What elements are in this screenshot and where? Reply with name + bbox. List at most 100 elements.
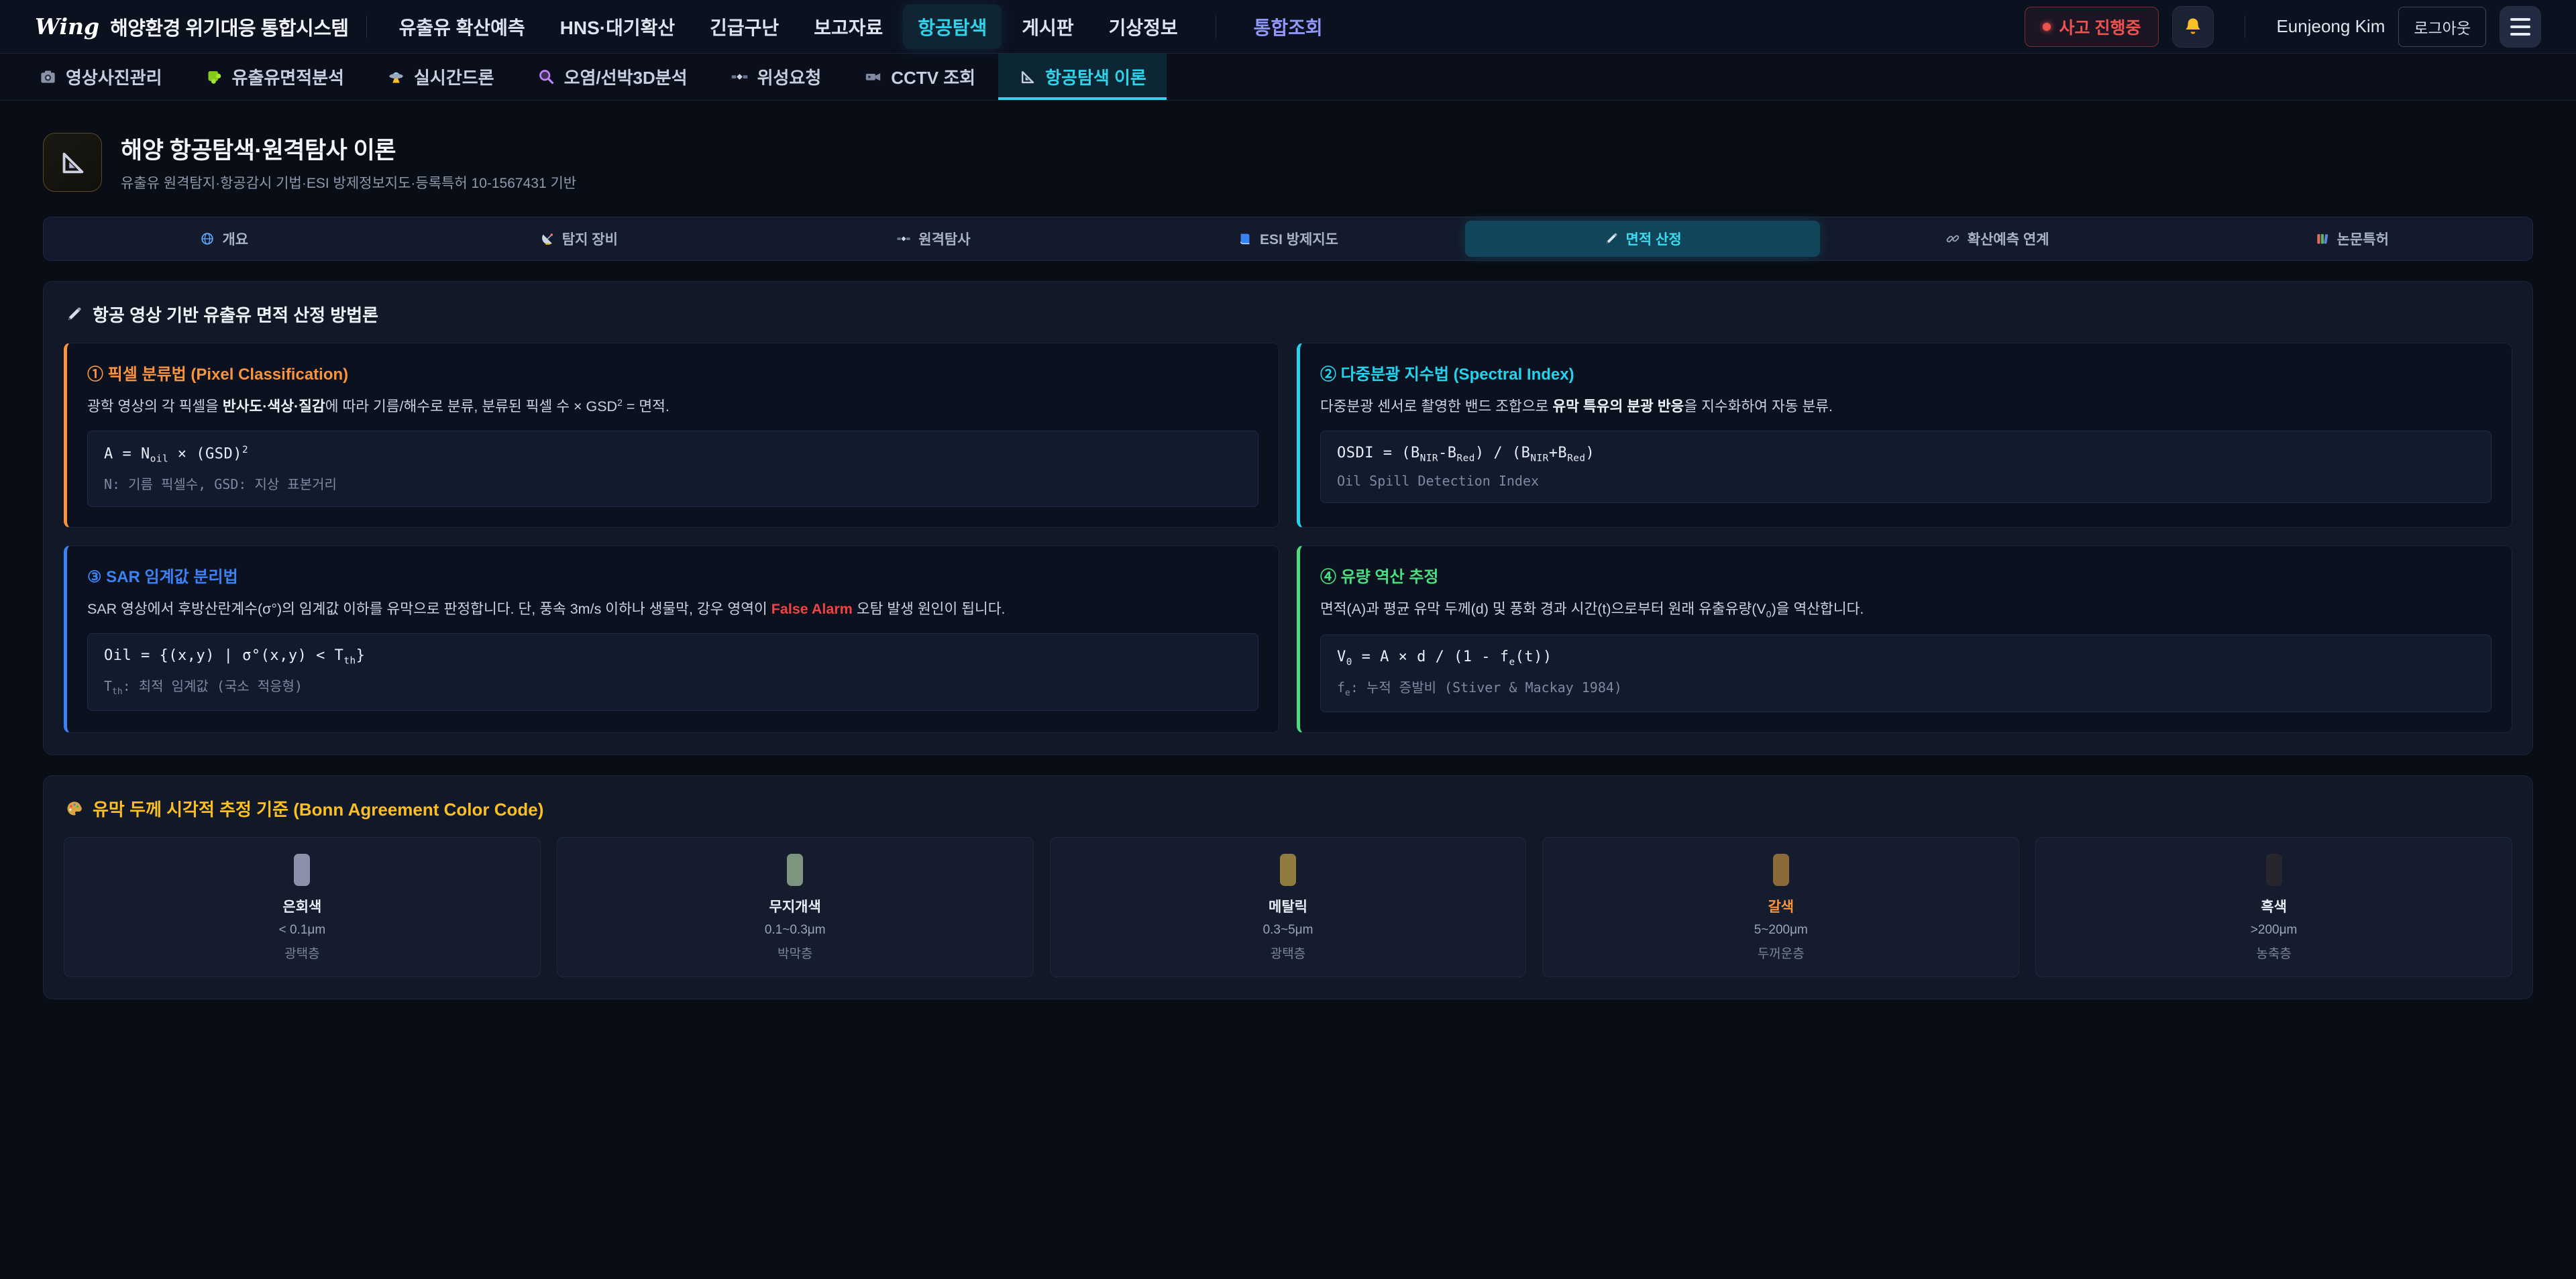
bonn-section-title: 유막 두께 시각적 추정 기준 (Bonn Agreement Color Co… — [65, 796, 2511, 821]
method-card-pixel-classification: ① 픽셀 분류법 (Pixel Classification) 광학 영상의 각… — [64, 343, 1279, 528]
subtab-aerial-search-theory[interactable]: 항공탐색 이론 — [998, 54, 1167, 100]
ufo-icon — [387, 68, 405, 86]
method-card-title: ③ SAR 임계값 분리법 — [87, 563, 1258, 587]
method-card-body: 다중분광 센서로 촬영한 밴드 조합으로 유막 특유의 분광 반응을 지수화하여… — [1320, 396, 2491, 417]
subtab-satellite-request[interactable]: 위성요청 — [710, 54, 842, 100]
formula-block: V0 = A × d / (1 - fe(t)) fe: 누적 증발비 (Sti… — [1320, 634, 2491, 712]
thickness-name: 메탈릭 — [1061, 896, 1515, 916]
pencil-icon — [1604, 231, 1619, 246]
formula-note: Tth: 최적 임계값 (국소 적응형) — [104, 675, 1242, 697]
formula-note: Oil Spill Detection Index — [1337, 473, 2475, 489]
subtab-oil-area-analysis[interactable]: 유출유면적분석 — [185, 54, 364, 100]
thickness-range: 0.3~5μm — [1061, 923, 1515, 938]
app-title: 해양환경 위기대응 통합시스템 — [110, 13, 348, 41]
thickness-range: 5~200μm — [1554, 923, 2008, 938]
subtab-image-photo-management[interactable]: 영상사진관리 — [19, 54, 182, 100]
pencil-icon — [65, 305, 83, 323]
book-icon — [1238, 231, 1252, 246]
incident-status-badge[interactable]: 사고 진행중 — [2025, 7, 2159, 47]
thickness-layer: 박막층 — [568, 944, 1022, 962]
antenna-icon — [540, 231, 555, 246]
formula-block: A = Noil × (GSD)2 N: 기름 픽셀수, GSD: 지상 표본거… — [87, 431, 1258, 507]
thickness-card-silver-gray: 은회색 < 0.1μm 광택층 — [64, 837, 541, 977]
tab-remote-sensing[interactable]: 원격탐사 — [756, 221, 1111, 257]
formula-block: Oil = {(x,y) | σ°(x,y) < Tth} Tth: 최적 임계… — [87, 633, 1258, 710]
nav-item-aerial-search[interactable]: 항공탐색 — [903, 5, 1002, 49]
formula-note: fe: 누적 증발비 (Stiver & Mackay 1984) — [1337, 677, 2475, 698]
method-card-body: SAR 영상에서 후방산란계수(σ°)의 임계값 이하를 유막으로 판정합니다.… — [87, 598, 1258, 620]
method-card-body: 면적(A)과 평균 유막 두께(d) 및 풍화 경과 시간(t)으로부터 원래 … — [1320, 598, 2491, 621]
formula-block: OSDI = (BNIR-BRed) / (BNIR+BRed) Oil Spi… — [1320, 431, 2491, 502]
method-card-title: ① 픽셀 분류법 (Pixel Classification) — [87, 361, 1258, 384]
puzzle-icon — [205, 68, 223, 86]
subtab-realtime-drone[interactable]: 실시간드론 — [367, 54, 515, 100]
method-cards-grid: ① 픽셀 분류법 (Pixel Classification) 광학 영상의 각… — [64, 343, 2512, 733]
method-card-title: ② 다중분광 지수법 (Spectral Index) — [1320, 361, 2491, 384]
color-swatch — [787, 854, 803, 886]
video-camera-icon — [864, 68, 882, 86]
nav-item-hns-air-diffusion[interactable]: HNS·대기확산 — [545, 5, 690, 49]
methods-section-title: 항공 영상 기반 유출유 면적 산정 방법론 — [65, 302, 2511, 327]
tab-esi-response-map[interactable]: ESI 방제지도 — [1111, 221, 1466, 257]
thickness-card-rainbow: 무지개색 0.1~0.3μm 박막층 — [557, 837, 1034, 977]
triangle-ruler-icon — [1018, 68, 1036, 86]
color-swatch — [294, 854, 310, 886]
satellite-icon — [731, 68, 749, 86]
triangle-ruler-icon — [57, 147, 88, 178]
tab-papers-patents[interactable]: 논문특허 — [2174, 221, 2529, 257]
hamburger-icon — [2510, 18, 2530, 36]
top-navigation-bar: Wing 해양환경 위기대응 통합시스템 유출유 확산예측 HNS·대기확산 긴… — [0, 0, 2576, 54]
page-subtitle: 유출유 원격탐지·항공감시 기법·ESI 방제정보지도·등록특허 10-1567… — [121, 172, 576, 192]
method-card-title: ④ 유량 역산 추정 — [1320, 563, 2491, 587]
incident-dot-icon — [2043, 23, 2051, 31]
page-content: 해양 항공탐색·원격탐사 이론 유출유 원격탐지·항공감시 기법·ESI 방제정… — [0, 131, 2576, 999]
subtab-pollution-ship-3d-analysis[interactable]: 오염/선박3D분석 — [517, 54, 708, 100]
section-tab-bar: 개요 탐지 장비 원격탐사 ESI 방제지도 면적 산정 확산예측 연계 논문특… — [43, 217, 2533, 261]
tab-overview[interactable]: 개요 — [47, 221, 402, 257]
method-card-sar-threshold: ③ SAR 임계값 분리법 SAR 영상에서 후방산란계수(σ°)의 임계값 이… — [64, 545, 1279, 733]
thickness-layer: 광택층 — [1061, 944, 1515, 962]
thickness-layer: 농축층 — [2047, 944, 2501, 962]
tab-diffusion-forecast-link[interactable]: 확산예측 연계 — [1820, 221, 2175, 257]
link-icon — [1945, 231, 1960, 246]
nav-item-emergency-rescue[interactable]: 긴급구난 — [695, 5, 794, 49]
thickness-name: 갈색 — [1554, 896, 2008, 916]
user-name: Eunjeong Kim — [2276, 16, 2385, 37]
thickness-layer: 광택층 — [75, 944, 529, 962]
thickness-name: 은회색 — [75, 896, 529, 916]
tab-detection-equipment[interactable]: 탐지 장비 — [402, 221, 757, 257]
color-swatch — [2266, 854, 2282, 886]
nav-item-integrated-search[interactable]: 통합조회 — [1239, 5, 1338, 49]
color-swatch — [1773, 854, 1789, 886]
nav-item-weather-info[interactable]: 기상정보 — [1094, 5, 1193, 49]
bell-icon — [2182, 16, 2204, 38]
thickness-cards-grid: 은회색 < 0.1μm 광택층 무지개색 0.1~0.3μm 박막층 메탈릭 0… — [64, 837, 2512, 977]
thickness-card-brown: 갈색 5~200μm 두꺼운층 — [1542, 837, 2019, 977]
notification-bell-button[interactable] — [2172, 6, 2214, 48]
thickness-range: >200μm — [2047, 923, 2501, 938]
main-nav: 유출유 확산예측 HNS·대기확산 긴급구난 보고자료 항공탐색 게시판 기상정… — [384, 5, 1338, 49]
method-card-spectral-index: ② 다중분광 지수법 (Spectral Index) 다중분광 센서로 촬영한… — [1297, 343, 2512, 528]
hamburger-menu-button[interactable] — [2500, 6, 2541, 48]
subtab-cctv-view[interactable]: CCTV 조회 — [844, 54, 996, 100]
nav-item-oil-spill-forecast[interactable]: 유출유 확산예측 — [384, 5, 540, 49]
nav-item-reports[interactable]: 보고자료 — [799, 5, 898, 49]
sub-tab-bar: 영상사진관리 유출유면적분석 실시간드론 오염/선박3D분석 위성요청 CCTV… — [0, 54, 2576, 101]
formula-note: N: 기름 픽셀수, GSD: 지상 표본거리 — [104, 474, 1242, 493]
thickness-card-black: 흑색 >200μm 농축층 — [2035, 837, 2512, 977]
divider — [366, 15, 367, 38]
topbar-right-controls: 사고 진행중 Eunjeong Kim 로그아웃 — [2025, 6, 2541, 48]
methods-panel: 항공 영상 기반 유출유 면적 산정 방법론 ① 픽셀 분류법 (Pixel C… — [43, 281, 2533, 755]
logout-button[interactable]: 로그아웃 — [2398, 7, 2486, 47]
satellite-icon — [896, 231, 911, 246]
method-card-volume-inversion: ④ 유량 역산 추정 면적(A)과 평균 유막 두께(d) 및 풍화 경과 시간… — [1297, 545, 2512, 733]
magnifier-icon — [537, 68, 555, 86]
thickness-range: 0.1~0.3μm — [568, 923, 1022, 938]
formula-text: Oil = {(x,y) | σ°(x,y) < Tth} — [104, 647, 1242, 666]
books-icon — [2315, 231, 2330, 246]
app-logo: Wing — [35, 13, 99, 40]
tab-area-calculation[interactable]: 면적 산정 — [1465, 221, 1820, 257]
thickness-card-metallic: 메탈릭 0.3~5μm 광택층 — [1050, 837, 1527, 977]
thickness-name: 무지개색 — [568, 896, 1022, 916]
nav-item-board[interactable]: 게시판 — [1007, 5, 1088, 49]
